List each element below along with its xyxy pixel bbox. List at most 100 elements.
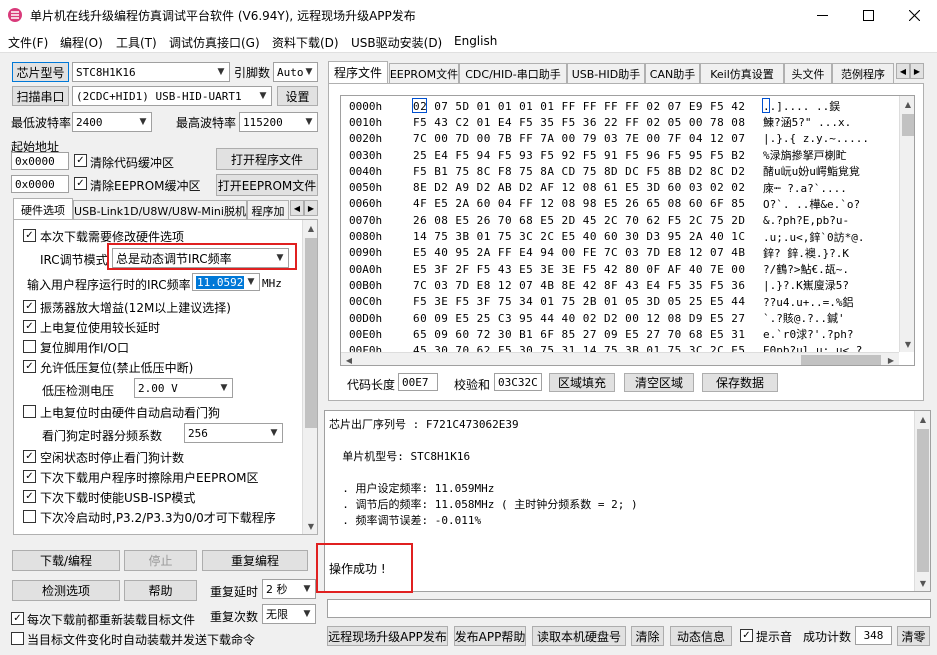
repeat-count-select[interactable]: 无限 ▼ [262, 604, 316, 624]
pin-count-select[interactable]: Auto ▼ [273, 62, 318, 82]
p32-p33-checkbox[interactable] [23, 510, 36, 523]
hex-bytes: 14 75 3B 01 75 3C 2C E5 40 60 30 D3 95 2… [413, 230, 746, 244]
save-data-button[interactable]: 保存数据 [702, 373, 778, 392]
read-disk-button[interactable]: 读取本机硬盘号 [532, 626, 626, 646]
wdt-auto-start-checkbox[interactable] [23, 405, 36, 418]
scroll-up-icon[interactable]: ▲ [915, 411, 930, 427]
hex-ascii: ?/鶴?>鮎€.瓳~. [763, 263, 849, 277]
maximize-button[interactable] [845, 0, 891, 31]
menu-english[interactable]: English [454, 34, 497, 48]
scroll-right-icon[interactable]: ▶ [883, 352, 899, 365]
irc-freq-select[interactable]: 11.0592 ▼ [192, 273, 260, 291]
reset-count-button[interactable]: 清零 [897, 626, 930, 646]
reset-pin-io-checkbox[interactable] [23, 340, 36, 353]
scroll-thumb[interactable] [902, 114, 914, 136]
scroll-up-icon[interactable]: ▲ [900, 96, 914, 112]
remote-upgrade-button[interactable]: 远程现场升级APP发布 [327, 626, 448, 646]
tab-usb-link[interactable]: USB-Link1D/U8W/U8W-Mini脱机 [73, 200, 247, 220]
scroll-thumb[interactable] [917, 429, 929, 572]
code-address-input[interactable]: 0x0000 [11, 152, 69, 170]
tab-can[interactable]: CAN助手 [645, 63, 700, 83]
scroll-thumb[interactable] [305, 238, 317, 428]
download-button[interactable]: 下载/编程 [12, 550, 120, 571]
options-scrollbar[interactable]: ▲ ▼ [302, 220, 317, 534]
repeat-count-value: 无限 [266, 608, 288, 621]
usb-isp-checkbox[interactable]: ✓ [23, 490, 36, 503]
clear-eeprom-checkbox[interactable]: ✓ [74, 177, 87, 190]
chevron-down-icon: ▼ [217, 67, 225, 77]
dynamic-info-button[interactable]: 动态信息 [670, 626, 732, 646]
tab-examples[interactable]: 范例程序 [832, 63, 894, 83]
tab-scroll-left[interactable]: ◀ [290, 200, 304, 216]
menu-debug[interactable]: 调试仿真接口(G) [169, 34, 260, 51]
help-button[interactable]: 帮助 [124, 580, 197, 601]
log-line: . 用户设定频率: 11.059MHz [329, 482, 495, 495]
app-help-button[interactable]: 发布APP帮助 [454, 626, 526, 646]
open-program-button[interactable]: 打开程序文件 [216, 148, 318, 170]
tab-program-encrypt[interactable]: 程序加 [247, 200, 289, 220]
tab-cdc-hid-serial[interactable]: CDC/HID-串口助手 [459, 63, 567, 83]
auto-load-checkbox[interactable] [11, 632, 24, 645]
scroll-thumb[interactable] [801, 355, 881, 365]
reprogram-button[interactable]: 重复编程 [202, 550, 308, 571]
chevron-down-icon: ▼ [305, 117, 313, 127]
sound-checkbox[interactable]: ✓ [740, 629, 753, 642]
tab-usb-hid[interactable]: USB-HID助手 [567, 63, 645, 83]
osc-gain-checkbox[interactable]: ✓ [23, 300, 36, 313]
hex-horizontal-scrollbar[interactable]: ◀ ▶ [341, 352, 899, 365]
repeat-delay-select[interactable]: 2 秒 ▼ [262, 579, 316, 599]
menu-tools[interactable]: 工具(T) [116, 34, 157, 51]
tab-scroll-right[interactable]: ▶ [304, 200, 318, 216]
menu-program[interactable]: 编程(O) [60, 34, 103, 51]
hex-ascii: e.`r0浗?'.?ph? [763, 328, 854, 342]
modify-hw-checkbox[interactable]: ✓ [23, 229, 36, 242]
minimize-button[interactable] [800, 0, 845, 31]
close-button[interactable] [891, 0, 937, 31]
min-baud-select[interactable]: 2400 ▼ [72, 112, 152, 132]
fill-area-button[interactable]: 区域填充 [549, 373, 615, 392]
scroll-down-icon[interactable]: ▼ [900, 336, 914, 352]
check-options-button[interactable]: 检测选项 [12, 580, 120, 601]
menu-usb-driver[interactable]: USB驱动安装(D) [351, 34, 442, 51]
eeprom-address-input[interactable]: 0x0000 [11, 175, 69, 193]
reload-label: 每次下载前都重新装载目标文件 [27, 613, 196, 627]
idle-stop-wdt-checkbox[interactable]: ✓ [23, 450, 36, 463]
command-input[interactable] [327, 599, 931, 618]
low-voltage-reset-checkbox[interactable]: ✓ [23, 360, 36, 373]
menu-download[interactable]: 资料下载(D) [272, 34, 339, 51]
stop-button[interactable]: 停止 [124, 550, 197, 571]
tab-hardware-options[interactable]: 硬件选项 [13, 198, 73, 220]
hex-address: 0030h [349, 148, 383, 162]
scroll-left-icon[interactable]: ◀ [341, 352, 357, 365]
hex-vertical-scrollbar[interactable]: ▲ ▼ [899, 96, 914, 352]
chip-model-select[interactable]: STC8H1K16 ▼ [72, 62, 230, 82]
erase-eeprom-checkbox[interactable]: ✓ [23, 470, 36, 483]
tab-keil[interactable]: Keil仿真设置 [700, 63, 784, 83]
lvd-select[interactable]: 2.00 V ▼ [134, 378, 233, 398]
hex-bytes: 7C 00 7D 00 7B FF 7A 00 79 03 7E 00 7F 0… [413, 132, 746, 146]
right-tab-scroll-left[interactable]: ◀ [896, 63, 910, 79]
long-reset-checkbox[interactable]: ✓ [23, 320, 36, 333]
chip-model-button[interactable]: 芯片型号 [12, 62, 69, 82]
scroll-down-icon[interactable]: ▼ [303, 518, 317, 534]
settings-button[interactable]: 设置 [277, 86, 318, 106]
reload-checkbox[interactable]: ✓ [11, 612, 24, 625]
scroll-down-icon[interactable]: ▼ [915, 575, 930, 591]
hex-editor[interactable]: 0000h 02 07 5D 01 01 01 01 FF FF FF FF 02… [340, 95, 915, 366]
tab-program-file[interactable]: 程序文件 [328, 61, 388, 83]
tab-eeprom-file[interactable]: EEPROM文件 [389, 63, 459, 83]
clear-log-button[interactable]: 清除 [631, 626, 664, 646]
open-eeprom-button[interactable]: 打开EEPROM文件 [216, 174, 318, 196]
scan-port-button[interactable]: 扫描串口 [12, 86, 69, 106]
right-tab-scroll-right[interactable]: ▶ [910, 63, 924, 79]
log-output[interactable]: 芯片出厂序列号 : F721C473062E39 单片机型号: STC8H1K1… [324, 410, 931, 592]
clear-area-button[interactable]: 清空区域 [624, 373, 694, 392]
scroll-up-icon[interactable]: ▲ [303, 220, 317, 236]
serial-port-select[interactable]: (2CDC+HID1) USB-HID-UART1 ▼ [72, 86, 272, 106]
menu-file[interactable]: 文件(F) [8, 34, 48, 51]
tab-header[interactable]: 头文件 [784, 63, 832, 83]
clear-code-checkbox[interactable]: ✓ [74, 154, 87, 167]
max-baud-select[interactable]: 115200 ▼ [239, 112, 318, 132]
log-scrollbar[interactable]: ▲ ▼ [914, 411, 930, 591]
wdt-prescale-select[interactable]: 256 ▼ [184, 423, 283, 443]
